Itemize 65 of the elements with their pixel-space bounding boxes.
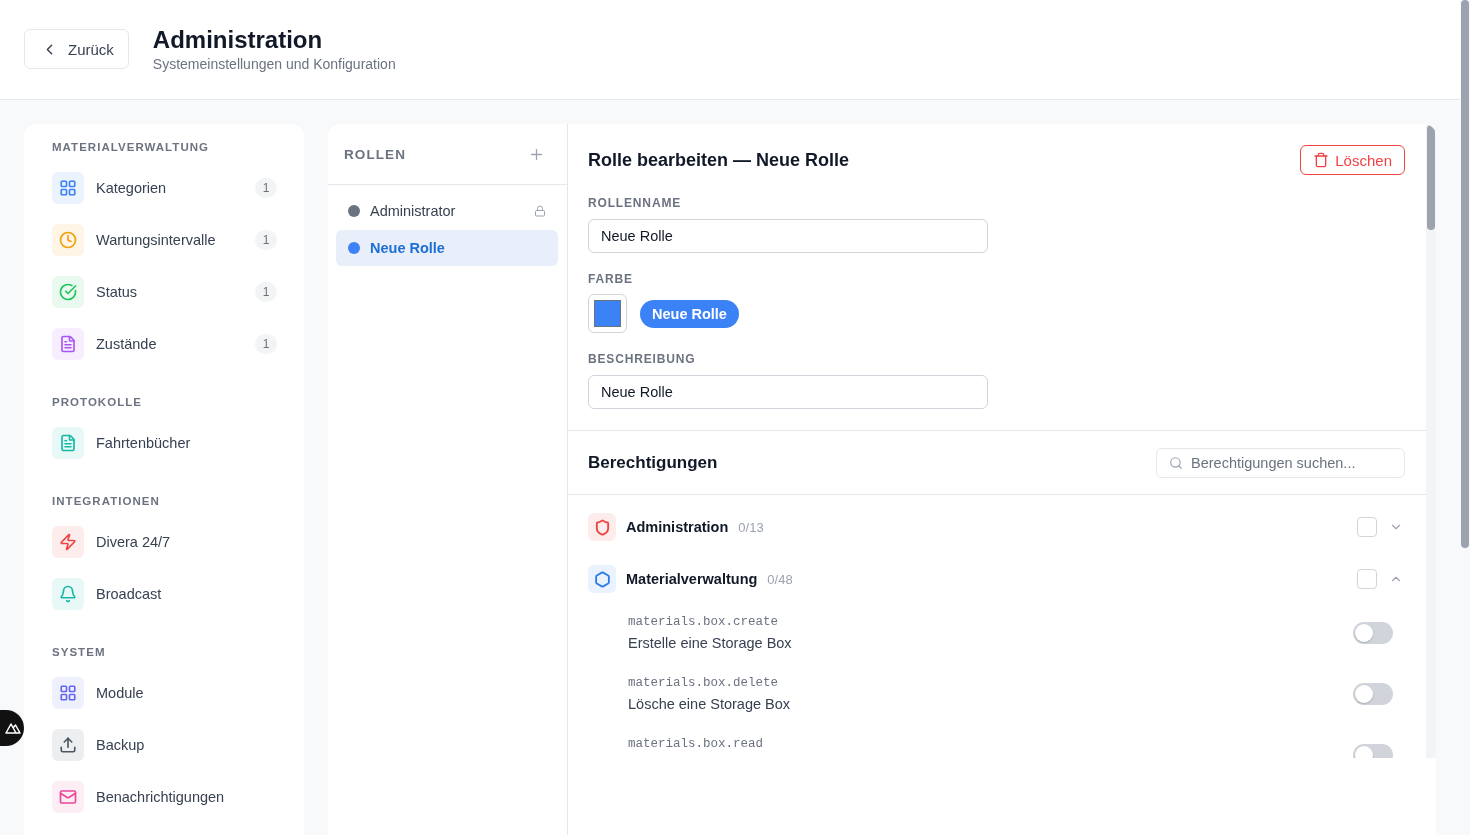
bell-icon <box>52 578 84 610</box>
role-tag: Neue Rolle <box>640 299 739 328</box>
checkbox[interactable] <box>1357 517 1377 537</box>
nav-link[interactable]: Divera 24/7 <box>96 534 171 550</box>
count-badge: 1 <box>255 178 277 198</box>
count-badge: 1 <box>255 230 277 250</box>
nav-link[interactable]: Kategorien <box>96 180 167 196</box>
nav-link[interactable]: Wartungsintervalle <box>96 232 216 248</box>
field-label: ROLLENNAME <box>588 195 682 211</box>
toggle-switch[interactable] <box>1353 683 1393 705</box>
back-button[interactable]: Zurück <box>24 29 129 69</box>
upload-icon <box>52 729 84 761</box>
floating-button[interactable] <box>0 710 24 746</box>
permission-description: Erstelle eine Storage Box <box>628 634 792 653</box>
nav-link[interactable]: Status <box>96 284 138 300</box>
group-title: Administration <box>626 519 729 535</box>
search-icon <box>1169 455 1183 470</box>
section-heading: PROTOKOLLE <box>52 395 142 410</box>
permission-key: materials.box.create <box>628 613 779 631</box>
toggle-switch[interactable] <box>1353 622 1393 644</box>
group-title: Materialverwaltung <box>626 571 758 587</box>
permission-key: materials.box.read <box>628 735 764 753</box>
clock-icon <box>52 224 84 256</box>
nav-link[interactable]: Broadcast <box>96 586 162 602</box>
permission-key: materials.box.delete <box>628 674 779 692</box>
section-heading: MATERIALVERWALTUNG <box>52 140 210 155</box>
text-input[interactable]: Neue Rolle <box>588 219 988 253</box>
scrollbar-thumb[interactable] <box>1461 0 1469 548</box>
role-item[interactable]: Administrator <box>336 193 558 229</box>
permission-description: Lösche eine Storage Box <box>628 695 791 714</box>
grid-icon <box>52 677 84 709</box>
count-badge: 1 <box>255 282 277 302</box>
panel-heading: ROLLEN <box>344 146 406 162</box>
mountain-icon <box>4 722 21 734</box>
document-icon <box>52 427 84 459</box>
scrollbar[interactable] <box>1426 124 1436 758</box>
role-item[interactable]: Neue Rolle <box>336 230 558 266</box>
document-icon <box>52 328 84 360</box>
section-heading: INTEGRATIONEN <box>52 494 160 509</box>
nav-link[interactable]: Fahrtenbücher <box>96 435 191 451</box>
section-heading: SYSTEM <box>52 645 106 660</box>
trash-icon <box>1313 152 1330 168</box>
text-input[interactable]: Neue Rolle <box>588 375 988 409</box>
checkbox[interactable] <box>1357 569 1377 589</box>
grid-icon <box>52 172 84 204</box>
count-badge: 1 <box>255 334 277 354</box>
scrollbar-thumb[interactable] <box>1427 125 1435 230</box>
nav-link[interactable]: Module <box>96 685 144 701</box>
field-label: BESCHREIBUNG <box>588 351 696 367</box>
editor-title: Rolle bearbeiten — Neue Rolle <box>588 149 850 172</box>
delete-button[interactable]: Löschen <box>1300 145 1405 175</box>
lightning-icon <box>52 526 84 558</box>
search-field[interactable]: Berechtigungen suchen... <box>1156 447 1405 478</box>
field-label: FARBE <box>588 271 633 287</box>
page-title: Administration <box>152 25 324 54</box>
nav-link[interactable]: Zustände <box>96 336 157 352</box>
nav-link[interactable]: Benachrichtigungen <box>96 789 225 805</box>
permission-count: 0/48 <box>767 571 793 587</box>
section-title: Berechtigungen <box>588 452 718 473</box>
permission-count: 0/13 <box>738 519 764 535</box>
shield-icon <box>588 513 616 541</box>
mail-icon <box>52 781 84 813</box>
nav-link[interactable]: Backup <box>96 737 145 753</box>
color-swatch[interactable] <box>588 294 627 333</box>
page-subtitle: Systemeinstellungen und Konfiguration <box>152 55 396 74</box>
